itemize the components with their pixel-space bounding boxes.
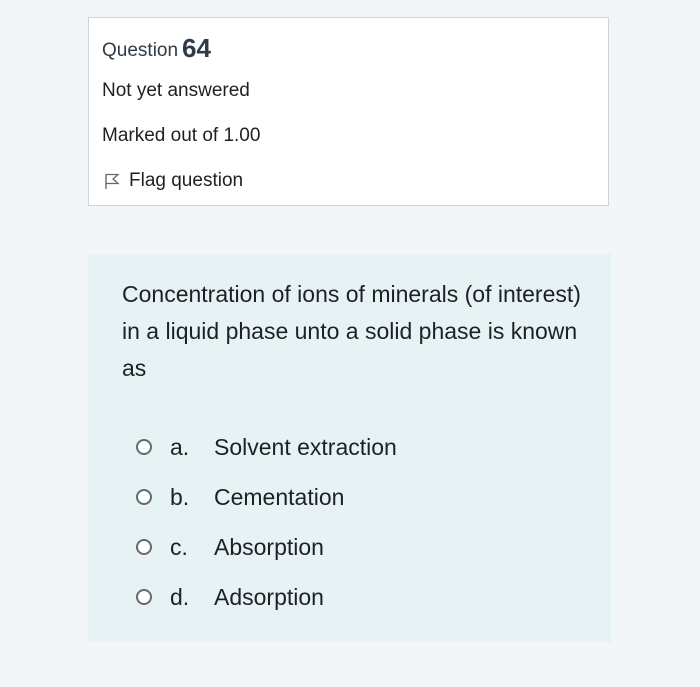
question-number: 64 xyxy=(182,33,211,63)
answer-label: Adsorption xyxy=(214,583,324,610)
flag-question-label: Flag question xyxy=(129,170,244,191)
radio-button-a[interactable] xyxy=(136,439,152,455)
question-grade: Marked out of 1.00 xyxy=(102,125,261,146)
radio-button-b[interactable] xyxy=(136,489,152,505)
radio-button-d[interactable] xyxy=(136,589,152,605)
radio-button-c[interactable] xyxy=(136,539,152,555)
question-formulation: Concentration of ions of minerals (of in… xyxy=(88,254,611,642)
flag-icon xyxy=(103,172,121,190)
answer-letter: a. xyxy=(170,433,190,460)
question-state: Not yet answered xyxy=(102,80,250,101)
flag-question-link[interactable]: Flag question xyxy=(103,170,243,192)
answer-label: Solvent extraction xyxy=(214,433,397,460)
question-info-panel: Question 64 Not yet answered Marked out o… xyxy=(88,17,609,206)
question-text: Concentration of ions of minerals (of in… xyxy=(122,281,581,381)
answer-option-b[interactable]: b. Cementation xyxy=(136,472,397,522)
answer-letter: b. xyxy=(170,483,190,510)
answer-label: Cementation xyxy=(214,483,345,510)
answer-options: a. Solvent extraction b. Cementation c. … xyxy=(136,422,397,622)
answer-letter: d. xyxy=(170,583,190,610)
answer-option-c[interactable]: c. Absorption xyxy=(136,522,397,572)
answer-label: Absorption xyxy=(214,533,324,560)
question-label: Question xyxy=(102,40,179,61)
answer-option-a[interactable]: a. Solvent extraction xyxy=(136,422,397,472)
question-heading: Question 64 xyxy=(102,32,211,63)
answer-option-d[interactable]: d. Adsorption xyxy=(136,572,397,622)
answer-letter: c. xyxy=(170,533,188,560)
